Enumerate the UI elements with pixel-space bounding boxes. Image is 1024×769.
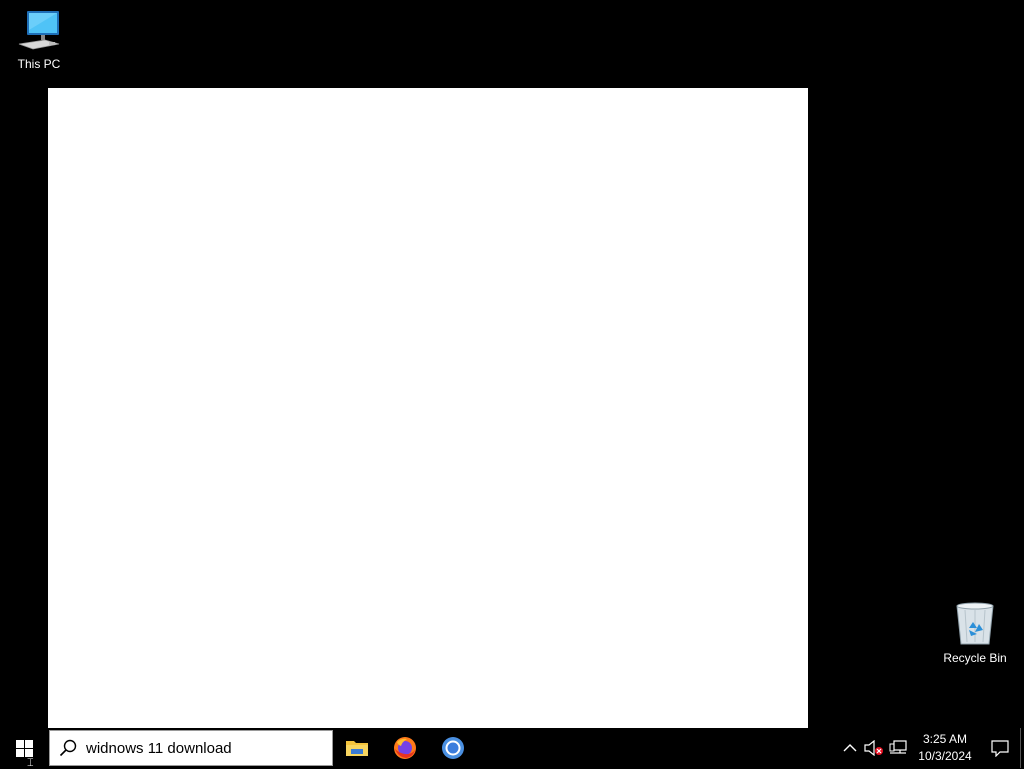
clock-date: 10/3/2024: [918, 749, 972, 763]
chrome-icon: [442, 737, 464, 759]
recycle-bin-icon: [956, 602, 994, 645]
computer-icon: [18, 11, 60, 50]
show-desktop-button[interactable]: [1020, 728, 1024, 768]
tray-overflow-button[interactable]: [838, 728, 862, 768]
volume-muted-icon: [864, 740, 883, 756]
action-center-button[interactable]: [980, 728, 1020, 768]
taskbar-app-file-explorer[interactable]: [333, 728, 381, 768]
network-icon: [889, 740, 907, 754]
desktop-icon-recycle-bin[interactable]: Recycle Bin: [938, 600, 1012, 665]
notification-icon: [991, 740, 1009, 757]
search-icon: [50, 730, 86, 766]
volume-button[interactable]: [862, 728, 886, 768]
recycle-bin-label: Recycle Bin: [943, 651, 1007, 665]
taskbar-app-firefox[interactable]: [381, 728, 429, 768]
clock-time: 3:25 AM: [922, 732, 968, 746]
search-input[interactable]: [86, 739, 316, 757]
clock[interactable]: 3:25 AM 10/3/2024: [910, 728, 980, 768]
folder-icon: [346, 741, 368, 756]
taskbar: ⌶ widnows 11 download 3:25 AM 10/3/2024: [0, 728, 1024, 769]
windows-logo-icon: [15, 739, 33, 757]
system-tray: 3:25 AM 10/3/2024: [838, 728, 1024, 768]
taskbar-search-box[interactable]: [49, 730, 333, 766]
this-pc-label: This PC: [17, 57, 61, 71]
network-button[interactable]: [886, 728, 910, 768]
firefox-icon: [394, 737, 416, 759]
chevron-up-icon: [843, 744, 857, 752]
start-button[interactable]: ⌶: [0, 728, 48, 769]
taskbar-app-chrome[interactable]: [429, 728, 477, 768]
blank-window[interactable]: [48, 88, 808, 728]
text-cursor-icon: ⌶: [27, 757, 34, 769]
desktop-icon-this-pc[interactable]: This PC: [2, 8, 76, 71]
